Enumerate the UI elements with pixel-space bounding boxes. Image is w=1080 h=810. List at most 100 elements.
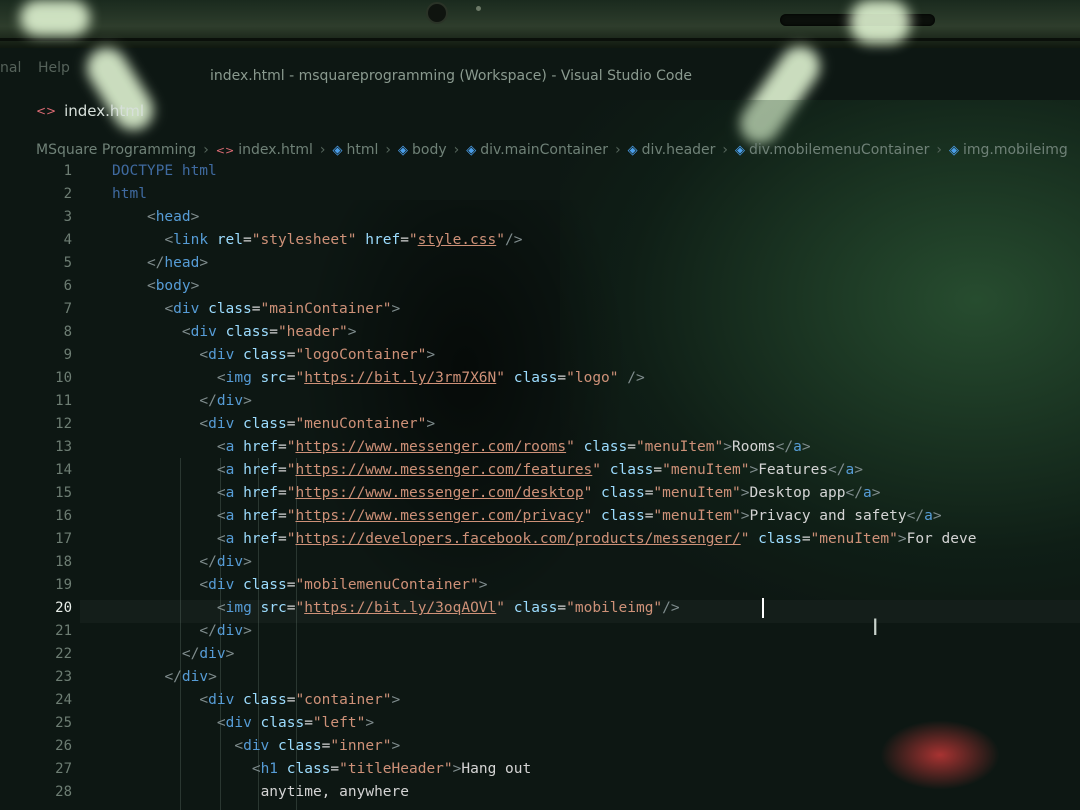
breadcrumb-item[interactable]: <> index.html bbox=[216, 142, 313, 158]
code-token: > bbox=[199, 255, 209, 271]
code-text: <h1 class="titleHeader">Hang out bbox=[252, 758, 531, 781]
code-token: < bbox=[199, 416, 209, 432]
code-token: h1 bbox=[260, 761, 287, 777]
code-line[interactable]: 2 html bbox=[0, 183, 1080, 206]
chevron-right-icon: › bbox=[453, 142, 460, 158]
code-token: class bbox=[208, 301, 252, 317]
title-bar: nal Help index.html - msquareprogramming… bbox=[0, 60, 1080, 94]
code-token: < bbox=[216, 715, 226, 731]
code-line[interactable]: 27 <h1 class="titleHeader">Hang out bbox=[0, 758, 1080, 781]
code-line[interactable]: 16 <a href="https://www.messenger.com/pri… bbox=[0, 505, 1080, 528]
code-token: https://developers.facebook.com/products… bbox=[295, 531, 741, 547]
code-token: < bbox=[216, 439, 226, 455]
code-line[interactable]: 7 <div class="mainContainer"> bbox=[0, 298, 1080, 321]
code-token: > bbox=[243, 554, 252, 570]
code-line[interactable]: 6 <body> bbox=[0, 275, 1080, 298]
code-line[interactable]: 25 <div class="left"> bbox=[0, 712, 1080, 735]
code-token: </ bbox=[845, 485, 863, 501]
code-line[interactable]: 28 anytime, anywhere bbox=[0, 781, 1080, 804]
breadcrumb-label: html bbox=[346, 142, 379, 158]
code-editor[interactable]: I 1 DOCTYPE html 2 html 3 <head> 4 <link rel="s… bbox=[0, 158, 1080, 810]
breadcrumb-item[interactable]: ◈ html bbox=[333, 142, 379, 158]
code-line[interactable]: 8 <div class="header"> bbox=[0, 321, 1080, 344]
code-line[interactable]: 26 <div class="inner"> bbox=[0, 735, 1080, 758]
code-token: > bbox=[932, 508, 942, 524]
breadcrumb-item[interactable]: MSquare Programming bbox=[36, 142, 196, 158]
menu-item-help[interactable]: Help bbox=[38, 60, 70, 76]
breadcrumb-item[interactable]: ◈ img.mobileimg bbox=[949, 142, 1068, 158]
code-line[interactable]: 24 <div class="container"> bbox=[0, 689, 1080, 712]
code-token: /> bbox=[627, 370, 645, 386]
code-token: > bbox=[426, 347, 436, 363]
cube-icon: ◈ bbox=[948, 142, 959, 158]
code-token: anytime, anywhere bbox=[260, 784, 409, 800]
code-line[interactable]: 3 <head> bbox=[0, 206, 1080, 229]
code-token: class bbox=[243, 347, 287, 363]
code-line[interactable]: 1 DOCTYPE html bbox=[0, 160, 1080, 183]
code-line[interactable]: 9 <div class="logoContainer"> bbox=[0, 344, 1080, 367]
code-line[interactable]: 21 </div> bbox=[0, 620, 1080, 643]
line-number: 8 bbox=[63, 324, 72, 340]
chevron-right-icon: › bbox=[385, 142, 391, 158]
code-text: <div class="mobilemenuContainer"> bbox=[199, 574, 487, 597]
breadcrumb-label: body bbox=[412, 142, 447, 158]
breadcrumb-item[interactable]: ◈ div.mainContainer bbox=[466, 142, 608, 158]
code-line[interactable]: 23 </div> bbox=[0, 666, 1080, 689]
light-glare bbox=[850, 0, 910, 44]
code-token: class bbox=[758, 531, 802, 547]
breadcrumb-item[interactable]: ◈ div.header bbox=[628, 142, 716, 158]
line-number: 4 bbox=[63, 232, 72, 248]
code-token: " bbox=[592, 462, 602, 478]
cube-icon: ◈ bbox=[466, 142, 477, 158]
code-token: a bbox=[225, 508, 244, 524]
code-token: class bbox=[601, 508, 645, 524]
code-token: > bbox=[478, 577, 488, 593]
menu-item-fragment[interactable]: nal bbox=[0, 60, 21, 76]
breadcrumb-item[interactable]: ◈ div.mobilemenuContainer bbox=[735, 142, 929, 158]
code-token: "menuItem" bbox=[653, 485, 741, 501]
code-token: https://www.messenger.com/privacy bbox=[295, 508, 584, 524]
code-token: < bbox=[216, 462, 226, 478]
code-line[interactable]: 12 <div class="menuContainer"> bbox=[0, 413, 1080, 436]
bezel-edge bbox=[0, 38, 1080, 41]
code-token: class bbox=[601, 485, 645, 501]
code-line[interactable]: 17 <a href="https://developers.facebook.c… bbox=[0, 528, 1080, 551]
line-number: 5 bbox=[63, 255, 72, 271]
code-token: "mobileimg" bbox=[566, 600, 663, 616]
code-line[interactable]: 22 </div> bbox=[0, 643, 1080, 666]
breadcrumb-item[interactable]: ◈ body bbox=[398, 142, 447, 158]
code-line[interactable]: 10 <img src = "https://bit.ly/3rm7X6N" clas… bbox=[0, 367, 1080, 390]
webcam-led bbox=[476, 6, 481, 11]
code-line[interactable]: 5 </head> bbox=[0, 252, 1080, 275]
code-token: Desktop app bbox=[749, 485, 846, 501]
line-number: 25 bbox=[55, 715, 72, 731]
code-line[interactable]: 15 <a href="https://www.messenger.com/des… bbox=[0, 482, 1080, 505]
code-token: div bbox=[225, 715, 261, 731]
code-token: </ bbox=[828, 462, 846, 478]
code-token: > bbox=[391, 692, 401, 708]
code-line[interactable]: 13 <a href="https://www.messenger.com/roo… bbox=[0, 436, 1080, 459]
editor-tab[interactable]: <> index.html bbox=[36, 98, 144, 124]
code-line[interactable]: 18 </div> bbox=[0, 551, 1080, 574]
code-line[interactable]: 11 </div> bbox=[0, 390, 1080, 413]
code-line[interactable]: 19 <div class="mobilemenuContainer"> bbox=[0, 574, 1080, 597]
code-token: < bbox=[216, 508, 226, 524]
code-token: > bbox=[190, 209, 200, 225]
code-token: href bbox=[243, 462, 278, 478]
code-line[interactable]: 20 <img src = "https://bit.ly/3oqAOVl" clas… bbox=[0, 597, 1080, 620]
code-token: = bbox=[330, 761, 340, 777]
code-token: </ bbox=[906, 508, 925, 524]
code-token: src bbox=[260, 600, 287, 616]
code-token: > bbox=[723, 439, 732, 455]
code-token: < bbox=[216, 600, 226, 616]
line-number: 18 bbox=[55, 554, 72, 570]
code-token: a bbox=[225, 462, 244, 478]
code-line[interactable]: 4 <link rel="stylesheet" href="style.css"… bbox=[0, 229, 1080, 252]
code-token: = bbox=[653, 462, 663, 478]
code-text: <div class="menuContainer"> bbox=[199, 413, 435, 436]
line-number: 19 bbox=[55, 577, 72, 593]
code-line[interactable]: 14 <a href="https://www.messenger.com/fea… bbox=[0, 459, 1080, 482]
code-token: class bbox=[278, 738, 322, 754]
